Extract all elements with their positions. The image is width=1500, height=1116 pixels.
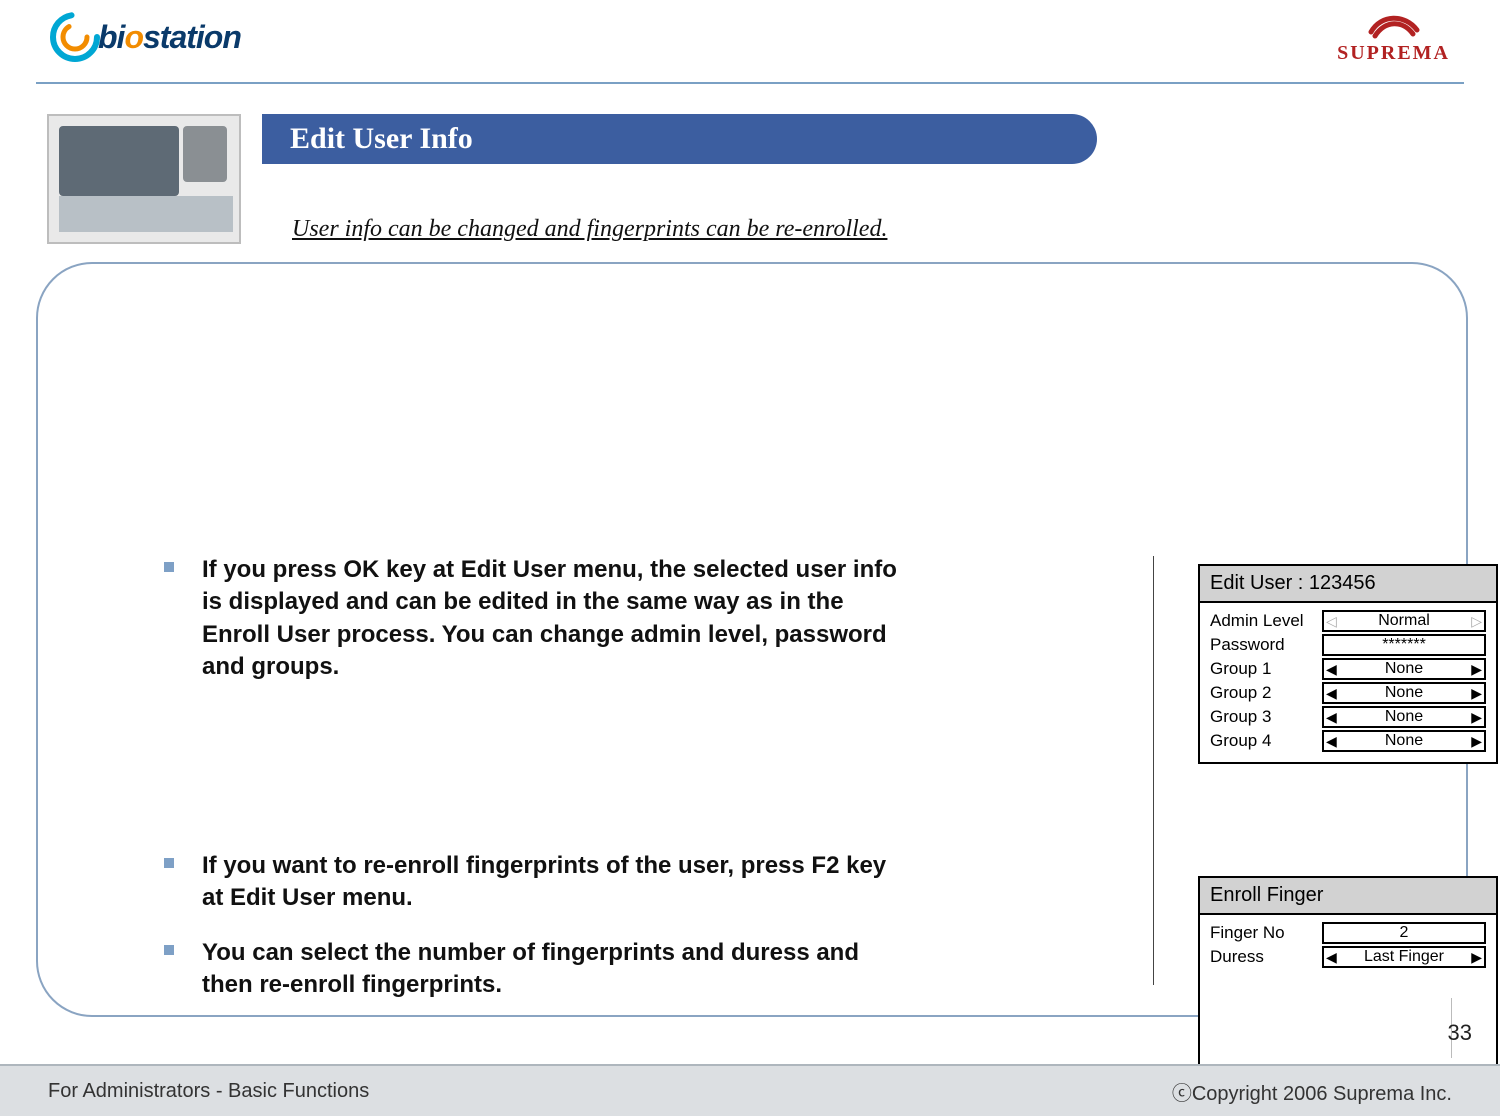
bullet-item: If you want to re-enroll fingerprints of… xyxy=(164,850,914,915)
selector-value: None xyxy=(1337,660,1471,678)
row-label: Group 2 xyxy=(1210,683,1322,703)
selector-value: None xyxy=(1337,684,1471,702)
footer-right: ⓒCopyright 2006 Suprema Inc. xyxy=(1172,1077,1452,1106)
suprema-swirl-icon xyxy=(1367,12,1421,42)
page-title: Edit User Info xyxy=(290,122,473,156)
biostation-word: biostation xyxy=(98,19,241,56)
footer: For Administrators - Basic Functions ⓒCo… xyxy=(0,1064,1500,1116)
input-value: 2 xyxy=(1400,924,1409,942)
device-thumbnail xyxy=(47,114,241,244)
header-divider xyxy=(36,82,1464,84)
arrow-left-icon[interactable]: ◀ xyxy=(1326,734,1337,748)
square-bullet-icon xyxy=(164,945,174,955)
row-label: Group 4 xyxy=(1210,731,1322,751)
row-label: Password xyxy=(1210,635,1322,655)
selector-group3[interactable]: ◀ None ▶ xyxy=(1322,706,1486,728)
input-password[interactable]: ******* xyxy=(1322,634,1486,656)
arrow-left-icon[interactable]: ◀ xyxy=(1326,686,1337,700)
row-label: Finger No xyxy=(1210,923,1322,943)
row-group3: Group 3 ◀ None ▶ xyxy=(1210,705,1486,729)
arrow-left-icon[interactable]: ◀ xyxy=(1326,710,1337,724)
row-admin-level: Admin Level ◁ Normal ▷ xyxy=(1210,609,1486,633)
arrow-right-icon[interactable]: ▶ xyxy=(1471,950,1482,964)
selector-value: None xyxy=(1337,732,1471,750)
arrow-right-icon[interactable]: ▶ xyxy=(1471,662,1482,676)
row-finger-no: Finger No 2 xyxy=(1210,921,1486,945)
panel-edit-title: Edit User : 123456 xyxy=(1200,566,1496,603)
logo-biostation: biostation xyxy=(50,12,241,62)
bullet-item: If you press OK key at Edit User menu, t… xyxy=(164,554,914,684)
selector-group4[interactable]: ◀ None ▶ xyxy=(1322,730,1486,752)
arrow-left-icon[interactable]: ◁ xyxy=(1326,614,1337,628)
swirl-icon xyxy=(50,12,100,62)
selector-value: Last Finger xyxy=(1337,948,1471,966)
arrow-right-icon[interactable]: ▷ xyxy=(1471,614,1482,628)
selector-value: Normal xyxy=(1337,612,1471,630)
logo-suprema: SUPREMA xyxy=(1337,12,1450,65)
arrow-left-icon[interactable]: ◀ xyxy=(1326,662,1337,676)
panel-edit-user: Edit User : 123456 Admin Level ◁ Normal … xyxy=(1198,564,1498,764)
row-password: Password ******* xyxy=(1210,633,1486,657)
vertical-divider xyxy=(1153,556,1154,985)
square-bullet-icon xyxy=(164,858,174,868)
footer-left: For Administrators - Basic Functions xyxy=(48,1080,369,1103)
subtitle: User info can be changed and fingerprint… xyxy=(292,216,887,243)
bullet-text: If you press OK key at Edit User menu, t… xyxy=(202,554,914,684)
input-finger-no[interactable]: 2 xyxy=(1322,922,1486,944)
row-group4: Group 4 ◀ None ▶ xyxy=(1210,729,1486,753)
selector-group1[interactable]: ◀ None ▶ xyxy=(1322,658,1486,680)
selector-value: None xyxy=(1337,708,1471,726)
panel-edit-body: Admin Level ◁ Normal ▷ Password ******* … xyxy=(1200,603,1496,763)
title-pill: Edit User Info xyxy=(262,114,1097,164)
bullet-group-top: If you press OK key at Edit User menu, t… xyxy=(164,554,914,706)
panel-enroll-title: Enroll Finger xyxy=(1200,878,1496,915)
bullet-text: If you want to re-enroll fingerprints of… xyxy=(202,850,914,915)
arrow-right-icon[interactable]: ▶ xyxy=(1471,686,1482,700)
page-root: biostation SUPREMA Edit User Info User i… xyxy=(0,0,1500,1116)
selector-group2[interactable]: ◀ None ▶ xyxy=(1322,682,1486,704)
bullet-item: You can select the number of fingerprint… xyxy=(164,937,914,1002)
row-label: Group 1 xyxy=(1210,659,1322,679)
row-label: Duress xyxy=(1210,947,1322,967)
suprema-word: SUPREMA xyxy=(1337,42,1450,65)
page-number: 33 xyxy=(1448,1020,1472,1046)
row-duress: Duress ◀ Last Finger ▶ xyxy=(1210,945,1486,969)
arrow-left-icon[interactable]: ◀ xyxy=(1326,950,1337,964)
bullet-group-bottom: If you want to re-enroll fingerprints of… xyxy=(164,850,914,1024)
row-group2: Group 2 ◀ None ▶ xyxy=(1210,681,1486,705)
arrow-right-icon[interactable]: ▶ xyxy=(1471,710,1482,724)
row-label: Admin Level xyxy=(1210,611,1322,631)
bullet-text: You can select the number of fingerprint… xyxy=(202,937,914,1002)
row-group1: Group 1 ◀ None ▶ xyxy=(1210,657,1486,681)
input-value: ******* xyxy=(1382,636,1426,654)
panel-enroll-body: Finger No 2 Duress ◀ Last Finger ▶ xyxy=(1200,915,1496,979)
row-label: Group 3 xyxy=(1210,707,1322,727)
selector-duress[interactable]: ◀ Last Finger ▶ xyxy=(1322,946,1486,968)
header: biostation SUPREMA xyxy=(0,0,1500,80)
content-frame: If you press OK key at Edit User menu, t… xyxy=(36,262,1468,1017)
selector-admin-level[interactable]: ◁ Normal ▷ xyxy=(1322,610,1486,632)
square-bullet-icon xyxy=(164,562,174,572)
arrow-right-icon[interactable]: ▶ xyxy=(1471,734,1482,748)
panel-enroll-finger: Enroll Finger Finger No 2 Duress ◀ Last … xyxy=(1198,876,1498,1091)
